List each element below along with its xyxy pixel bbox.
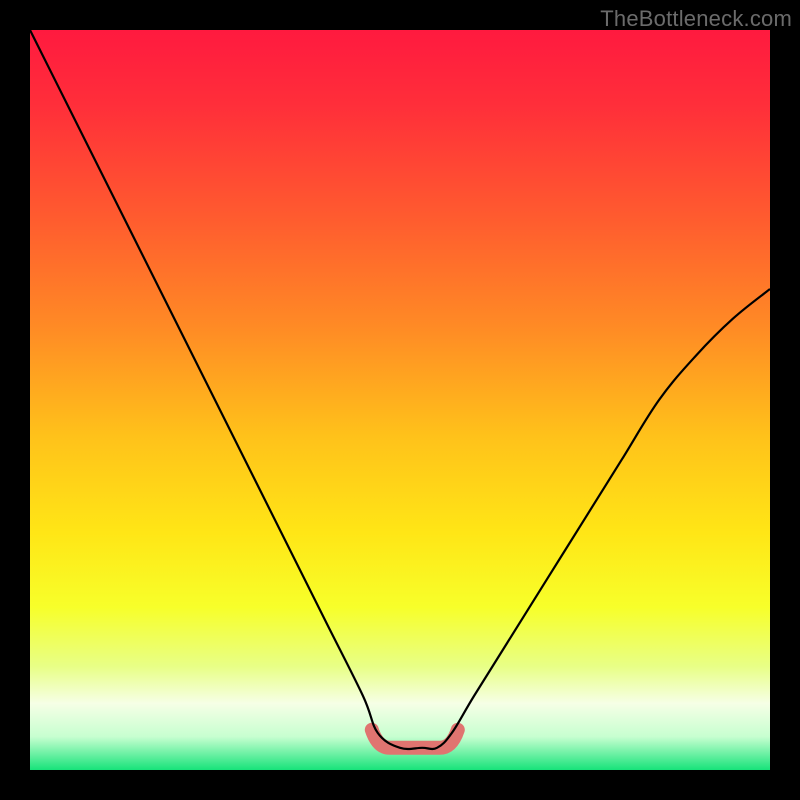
flat-region-highlight [372,730,458,748]
chart-frame: TheBottleneck.com [0,0,800,800]
plot-area [30,30,770,770]
bottleneck-curve [30,30,770,749]
curve-layer [30,30,770,770]
watermark-text: TheBottleneck.com [600,6,792,32]
